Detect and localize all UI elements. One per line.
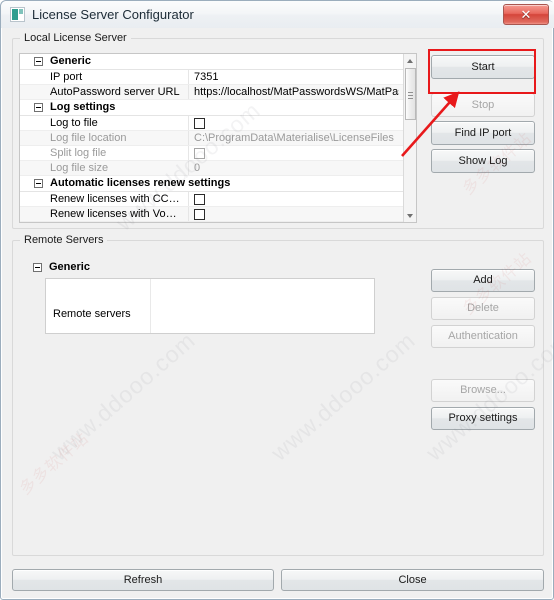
property-category-label: Log settings — [50, 101, 116, 113]
property-column-divider — [188, 161, 189, 175]
property-name: Renew licenses with Vouch... — [50, 208, 180, 220]
authentication-button[interactable]: Authentication — [431, 325, 535, 348]
property-category-label: Automatic licenses renew settings — [50, 177, 231, 189]
title-bar: License Server Configurator ✕ — [1, 1, 554, 28]
property-checkbox[interactable] — [194, 194, 205, 205]
find-ip-port-button-label: Find IP port — [454, 127, 512, 139]
close-button[interactable]: Close — [281, 569, 544, 591]
collapse-icon[interactable] — [34, 179, 43, 188]
show-log-button[interactable]: Show Log — [431, 149, 535, 173]
property-checkbox[interactable] — [194, 148, 205, 159]
property-grid-rows: Generic IP port 7351 AutoPassword server UR… — [20, 54, 403, 222]
scroll-down-arrow-icon[interactable] — [404, 209, 416, 222]
browse-button-label: Browse... — [460, 384, 506, 396]
refresh-button[interactable]: Refresh — [12, 569, 274, 591]
property-column-divider — [188, 131, 189, 145]
property-column-divider — [188, 207, 189, 221]
property-value[interactable]: C:\ProgramData\Materialise\LicenseFiles — [194, 132, 399, 144]
property-name: IP port — [50, 71, 83, 83]
authentication-button-label: Authentication — [448, 330, 518, 342]
list-column-divider — [150, 279, 151, 333]
close-icon: ✕ — [520, 7, 532, 22]
window-title: License Server Configurator — [32, 7, 194, 22]
property-name: Log file location — [50, 132, 127, 144]
remote-servers-row-label: Remote servers — [53, 308, 131, 320]
property-name: Log to file — [50, 117, 98, 129]
property-value[interactable]: https://localhost/MatPasswordsWS/MatPass… — [194, 86, 399, 98]
delete-button-label: Delete — [467, 302, 499, 314]
property-row[interactable]: Log file location C:\ProgramData\Material… — [20, 131, 403, 146]
stop-button[interactable]: Stop — [431, 93, 535, 117]
scrollbar-thumb[interactable] — [405, 68, 416, 120]
property-column-divider — [188, 146, 189, 160]
property-row[interactable]: IP port 7351 — [20, 70, 403, 85]
remote-servers-list[interactable]: Remote servers — [45, 278, 375, 334]
property-row[interactable]: Log to file — [20, 116, 403, 131]
close-button-label: Close — [398, 574, 427, 586]
show-log-button-label: Show Log — [458, 155, 508, 167]
find-ip-port-button[interactable]: Find IP port — [431, 121, 535, 145]
property-row[interactable]: Renew licenses with Vouch... — [20, 207, 403, 222]
property-name: AutoPassword server URL — [50, 86, 180, 98]
property-column-divider — [188, 85, 189, 99]
app-window-icon — [10, 7, 25, 22]
remote-category-label: Generic — [49, 261, 90, 273]
collapse-icon[interactable] — [34, 103, 43, 112]
scroll-up-arrow-icon[interactable] — [404, 54, 416, 67]
start-button[interactable]: Start — [431, 55, 535, 79]
collapse-icon[interactable] — [34, 57, 43, 66]
proxy-settings-button-label: Proxy settings — [448, 412, 518, 424]
local-server-property-grid[interactable]: Generic IP port 7351 AutoPassword server UR… — [19, 53, 417, 223]
property-category-row[interactable]: Log settings — [20, 100, 403, 116]
window-close-button[interactable]: ✕ — [503, 4, 549, 25]
stop-button-label: Stop — [471, 99, 495, 111]
delete-button[interactable]: Delete — [431, 297, 535, 320]
refresh-button-label: Refresh — [123, 574, 163, 586]
property-column-divider — [188, 116, 189, 130]
property-column-divider — [188, 70, 189, 84]
remote-category-header: Generic — [19, 259, 417, 276]
property-name: Renew licenses with CC-key — [50, 193, 180, 205]
property-category-row[interactable]: Generic — [20, 54, 403, 70]
local-license-server-title: Local License Server — [20, 32, 131, 45]
property-name: Log file size — [50, 162, 109, 174]
add-button[interactable]: Add — [431, 269, 535, 292]
property-checkbox[interactable] — [194, 209, 205, 220]
property-row[interactable]: Renew licenses with CC-key — [20, 192, 403, 207]
remote-servers-title: Remote Servers — [20, 234, 108, 247]
property-row[interactable]: Split log file — [20, 146, 403, 161]
property-category-row[interactable]: Automatic licenses renew settings — [20, 176, 403, 192]
property-category-label: Generic — [50, 55, 91, 67]
property-row[interactable]: Log file size 0 — [20, 161, 403, 176]
property-value[interactable]: 7351 — [194, 71, 399, 83]
start-button-label: Start — [471, 61, 495, 73]
browse-button[interactable]: Browse... — [431, 379, 535, 402]
property-row[interactable]: AutoPassword server URL https://localhost… — [20, 85, 403, 100]
proxy-settings-button[interactable]: Proxy settings — [431, 407, 535, 430]
property-name: Split log file — [50, 147, 107, 159]
property-grid-scrollbar[interactable] — [403, 54, 416, 222]
property-column-divider — [188, 192, 189, 206]
property-checkbox[interactable] — [194, 118, 205, 129]
add-button-label: Add — [473, 274, 493, 286]
app-window: License Server Configurator ✕ Local Lice… — [0, 0, 554, 600]
property-value[interactable]: 0 — [194, 162, 399, 174]
collapse-icon[interactable] — [33, 263, 42, 272]
